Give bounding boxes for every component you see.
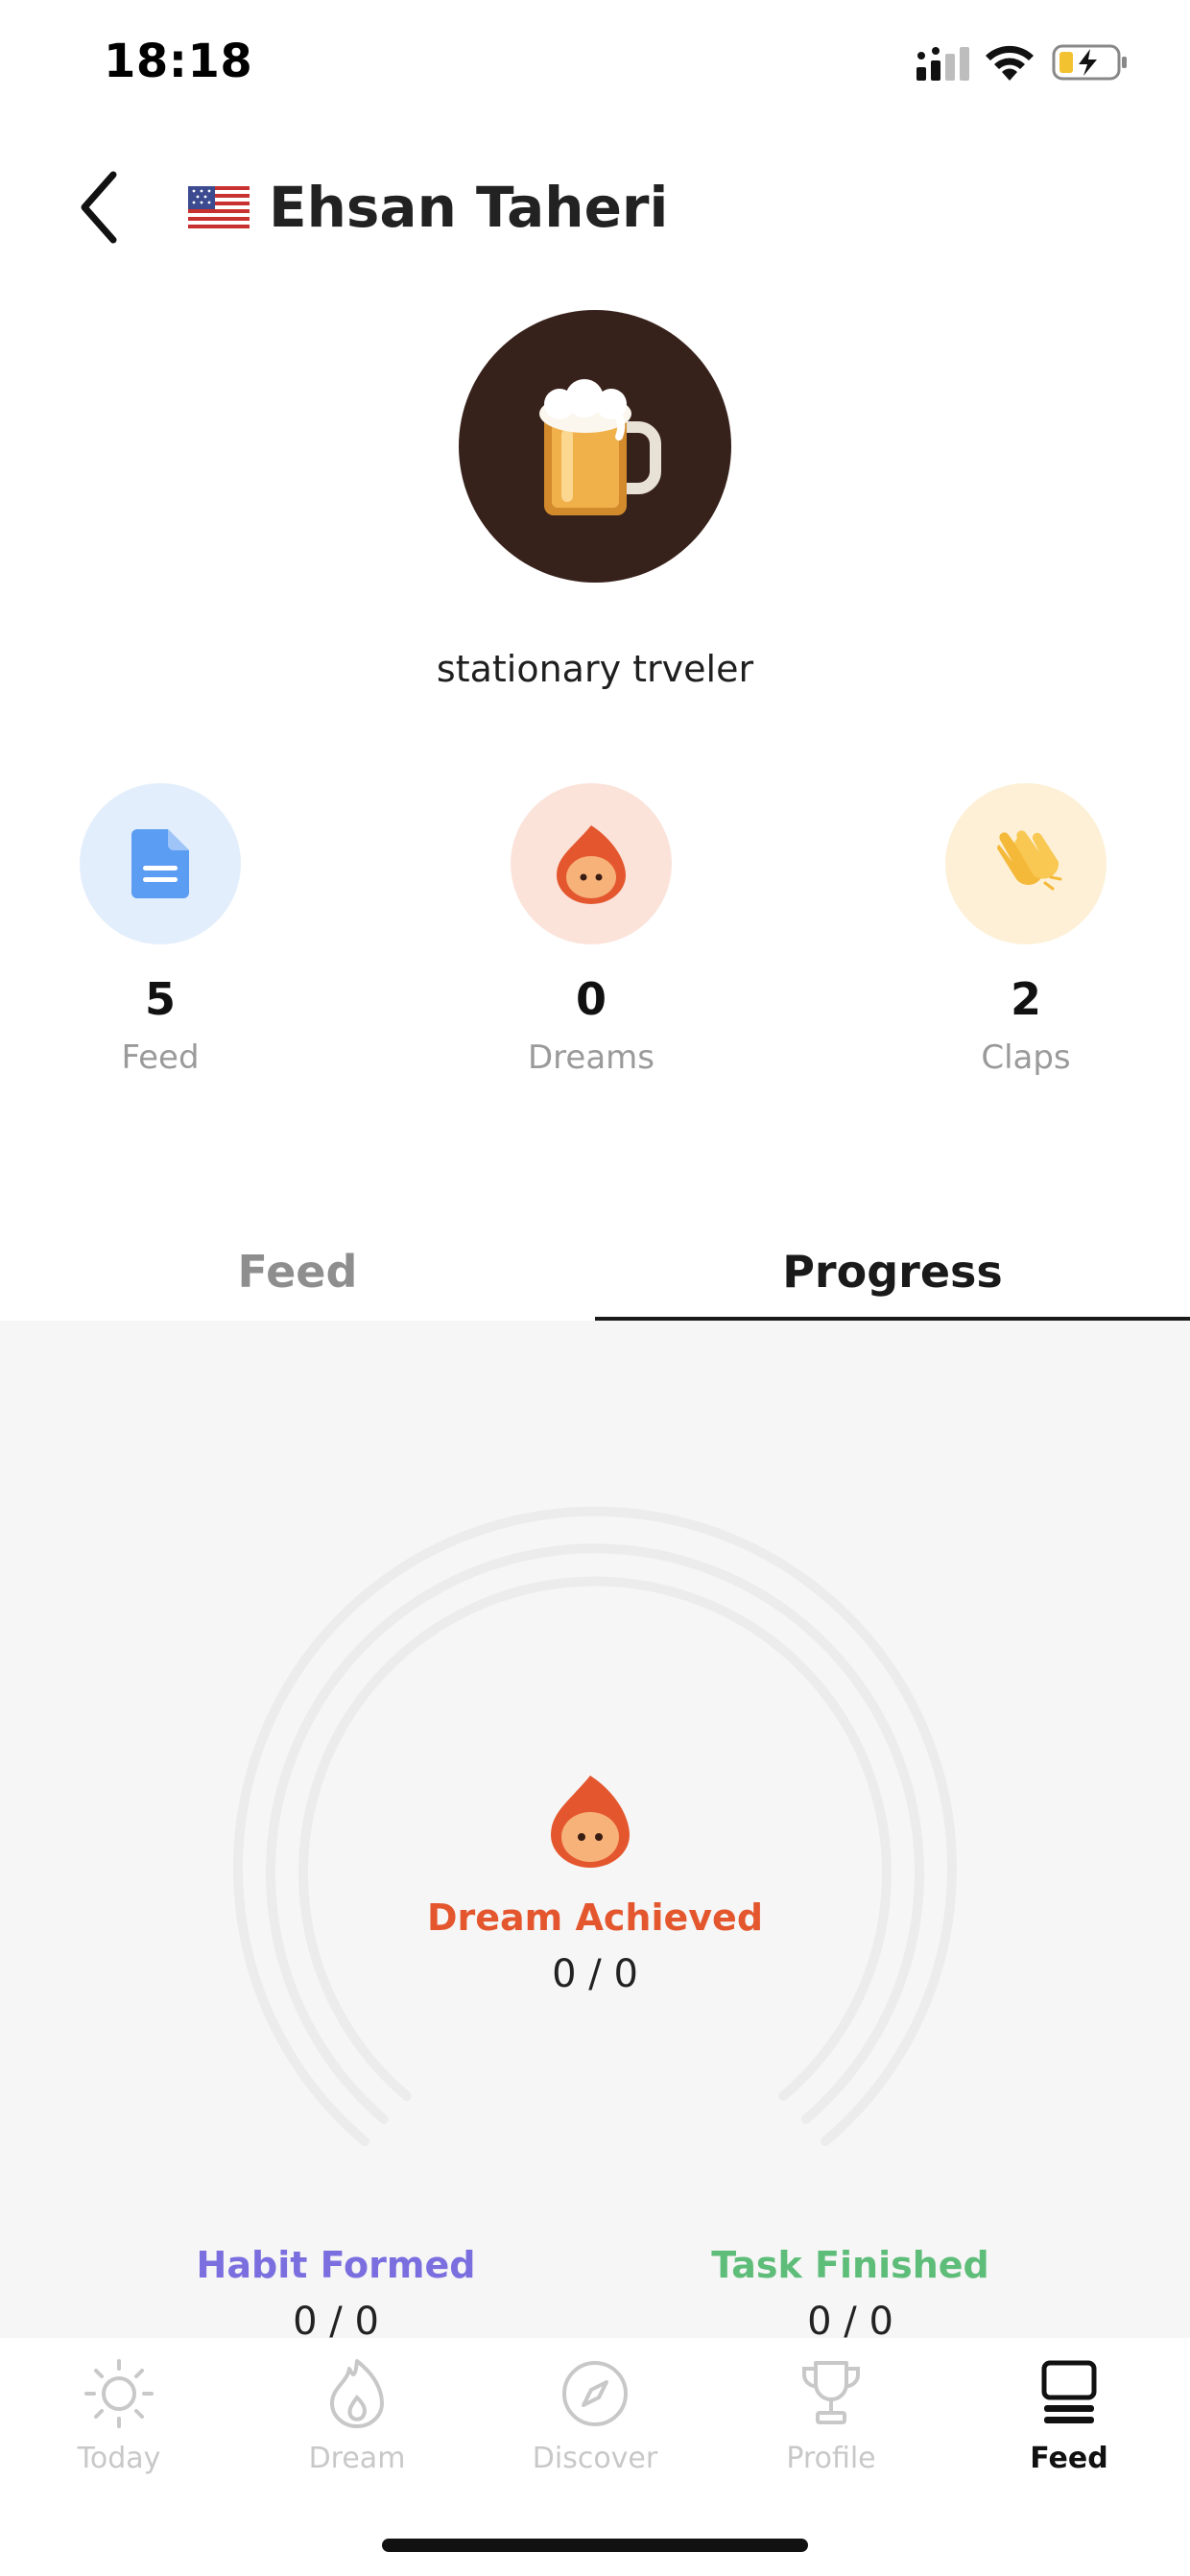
stat-feed-label: Feed bbox=[121, 1038, 200, 1077]
nav-feed[interactable]: Feed bbox=[973, 2355, 1165, 2475]
nav-feed-label: Feed bbox=[1030, 2442, 1108, 2475]
stat-claps[interactable]: 2 Claps bbox=[930, 783, 1122, 1077]
task-finished-count: 0 / 0 bbox=[807, 2300, 893, 2338]
us-flag-icon bbox=[188, 186, 250, 228]
profile-bio: stationary trveler bbox=[436, 648, 754, 690]
cellular-signal-icon bbox=[916, 47, 969, 81]
feed-icon bbox=[1041, 2360, 1097, 2423]
status-time: 18:18 bbox=[104, 35, 253, 88]
nav-dream[interactable]: Dream bbox=[261, 2355, 453, 2475]
nav-today-label: Today bbox=[77, 2442, 161, 2475]
dream-flame-icon bbox=[557, 825, 626, 904]
nav-dream-label: Dream bbox=[308, 2442, 406, 2475]
nav-discover[interactable]: Discover bbox=[499, 2355, 691, 2475]
nav-profile[interactable]: Profile bbox=[735, 2355, 927, 2475]
stat-dreams-badge bbox=[511, 783, 672, 944]
profile-tabs: Feed Progress bbox=[0, 1219, 1190, 1324]
stat-claps-label: Claps bbox=[981, 1038, 1071, 1077]
progress-panel: Dream Achieved 0 / 0 Habit Formed 0 / 0 … bbox=[0, 1321, 1190, 2338]
avatar[interactable] bbox=[459, 310, 731, 583]
stat-claps-badge bbox=[945, 783, 1107, 944]
tab-progress[interactable]: Progress bbox=[595, 1219, 1190, 1324]
stat-dreams[interactable]: 0 Dreams bbox=[495, 783, 687, 1077]
document-icon bbox=[131, 829, 189, 898]
dream-achieved-label: Dream Achieved bbox=[426, 1896, 764, 1939]
stat-dreams-value: 0 bbox=[575, 973, 607, 1025]
stat-feed[interactable]: 5 Feed bbox=[64, 783, 256, 1077]
trophy-icon bbox=[801, 2361, 861, 2424]
battery-charging-icon bbox=[1052, 44, 1127, 81]
sun-icon bbox=[84, 2359, 154, 2428]
status-bar: 18:18 bbox=[0, 0, 1190, 134]
profile-header: Ehsan Taheri bbox=[188, 169, 668, 246]
habit-formed-count: 0 / 0 bbox=[293, 2300, 379, 2338]
dream-flame-icon bbox=[551, 1776, 630, 1868]
chevron-left-icon bbox=[81, 171, 117, 244]
flame-icon bbox=[330, 2359, 384, 2428]
stat-feed-value: 5 bbox=[144, 973, 176, 1025]
task-finished-label: Task Finished bbox=[711, 2244, 989, 2286]
nav-today[interactable]: Today bbox=[23, 2355, 215, 2475]
nav-discover-label: Discover bbox=[532, 2442, 658, 2475]
habit-formed-label: Habit Formed bbox=[196, 2244, 476, 2286]
profile-name: Ehsan Taheri bbox=[269, 175, 669, 240]
home-indicator bbox=[382, 2539, 808, 2552]
stat-feed-badge bbox=[80, 783, 241, 944]
compass-icon bbox=[562, 2361, 628, 2426]
nav-profile-label: Profile bbox=[786, 2442, 876, 2475]
back-button[interactable] bbox=[60, 161, 136, 253]
wifi-icon bbox=[986, 45, 1034, 81]
stat-dreams-label: Dreams bbox=[528, 1038, 654, 1077]
dream-achieved-count: 0 / 0 bbox=[552, 1952, 638, 1996]
stat-claps-value: 2 bbox=[1010, 973, 1041, 1025]
tab-feed[interactable]: Feed bbox=[0, 1219, 595, 1324]
clap-icon bbox=[997, 830, 1062, 891]
beer-mug-icon bbox=[539, 379, 661, 515]
